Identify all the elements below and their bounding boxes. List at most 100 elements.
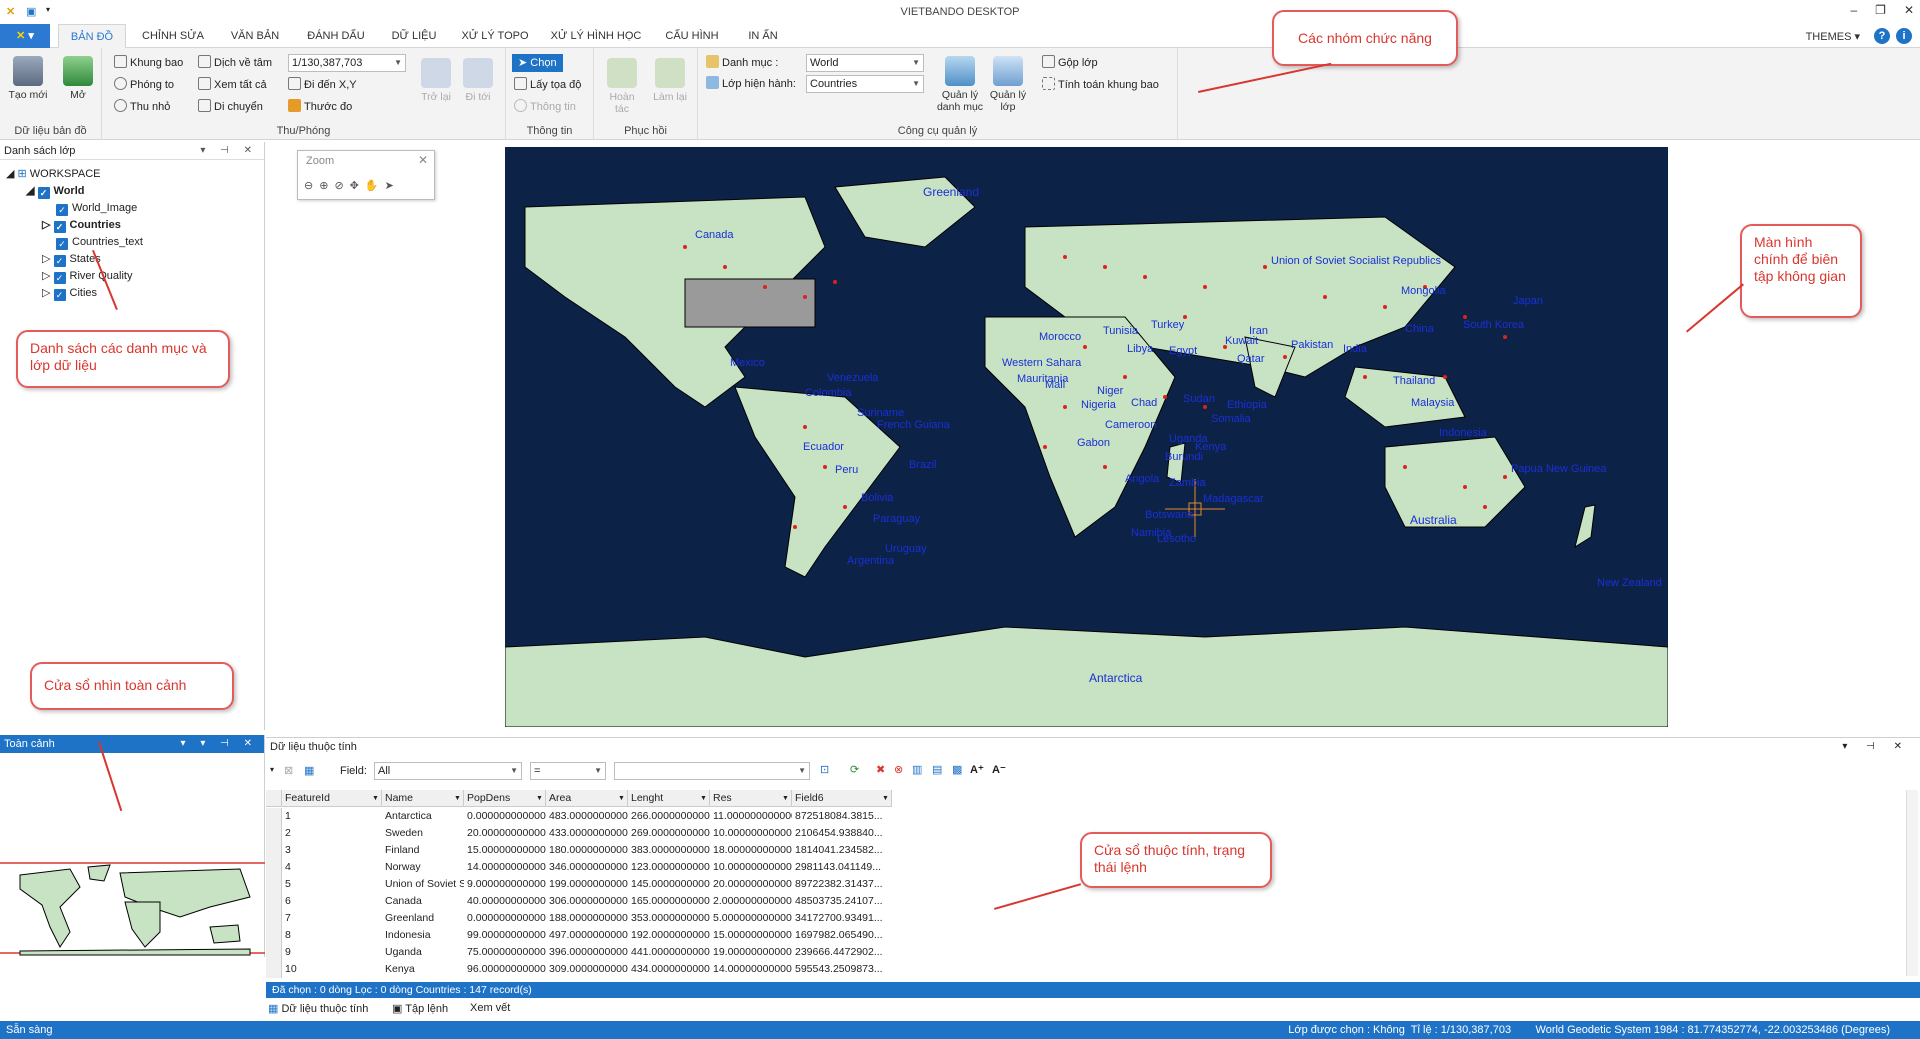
zoom-out-button[interactable]: Thu nhỏ [114,98,170,116]
redo-button[interactable]: Làm lại [650,58,690,103]
table-cell[interactable]: 0.000000000000 [464,808,546,825]
table-cell[interactable]: 5 [282,876,382,893]
table-cell[interactable]: 14.000000000000 [710,961,792,978]
column-header[interactable]: Area [546,790,628,807]
table-cell[interactable]: Antarctica [382,808,464,825]
table-cell[interactable]: Finland [382,842,464,859]
back-button[interactable]: Trở lại [416,58,456,103]
checkbox-icon[interactable]: ✓ [56,204,68,216]
value-combo[interactable]: ▼ [614,762,810,780]
table-cell[interactable]: 266.000000000000 [628,808,710,825]
font-decrease-icon[interactable]: A⁻ [992,763,1006,776]
table-cell[interactable]: Greenland [382,910,464,927]
table-cell[interactable]: Uganda [382,944,464,961]
row-header[interactable] [266,808,282,825]
table-cell[interactable]: 269.000000000000 [628,825,710,842]
table-cell[interactable]: Kenya [382,961,464,978]
refresh-icon[interactable]: ⟳ [850,763,859,776]
tree-workspace[interactable]: ◢ ⊞ WORKSPACE [6,166,101,183]
table-cell[interactable]: 872518084.3815... [792,808,892,825]
table-cell[interactable]: 20.000000000000 [710,876,792,893]
tab-chinh-sua[interactable]: CHỈNH SỬA [134,24,212,48]
zoom-out-icon[interactable]: ⊖ [304,179,313,192]
overview-map[interactable] [0,757,265,957]
goto-xy-button[interactable]: Đi đến X,Y [288,76,357,94]
manage-layer-button[interactable]: Quản lý lớp [988,56,1028,113]
column-header[interactable]: PopDens [464,790,546,807]
table-cell[interactable]: 10 [282,961,382,978]
table-cell[interactable]: Union of Soviet S... [382,876,464,893]
checkbox-icon[interactable]: ✓ [53,255,66,267]
tab-trace[interactable]: Xem vết [470,1002,510,1014]
export-icon[interactable]: ▩ [952,763,962,776]
layer-item[interactable]: ▷ ✓ States [42,251,101,268]
table-cell[interactable]: 1 [282,808,382,825]
table-cell[interactable]: 353.000000000000 [628,910,710,927]
table-cell[interactable]: 8 [282,927,382,944]
forward-button[interactable]: Đi tới [458,58,498,103]
tab-ban-do[interactable]: BẢN ĐỒ [58,24,126,48]
table-cell[interactable]: 6 [282,893,382,910]
table-cell[interactable]: 123.000000000000 [628,859,710,876]
delete-all-icon[interactable]: ⊗ [894,763,903,776]
table-cell[interactable]: 89722382.31437... [792,876,892,893]
calc-extent-button[interactable]: Tính toán khung bao [1042,76,1159,94]
table-cell[interactable]: 165.000000000000 [628,893,710,910]
minimize-icon[interactable]: – [1850,3,1857,17]
table-cell[interactable]: 309.000000000000 [546,961,628,978]
tree-world[interactable]: ◢ ✓ World [26,183,84,200]
column-header[interactable]: Field6 [792,790,892,807]
table-cell[interactable]: 188.000000000000 [546,910,628,927]
tab-commands[interactable]: ▣ Tập lệnh [392,1002,448,1015]
table-cell[interactable]: 180.000000000000 [546,842,628,859]
layer-item[interactable]: ▷ ✓ River Quality [42,268,132,285]
panel-controls[interactable]: ▾ ▾ ⊣ ✕ [181,735,258,753]
table-cell[interactable]: 9.000000000000 [464,876,546,893]
table-cell[interactable]: 2106454.938840... [792,825,892,842]
checkbox-icon[interactable]: ✓ [53,289,66,301]
manage-catalog-button[interactable]: Quản lý danh mục [934,56,986,113]
table-cell[interactable]: 192.000000000000 [628,927,710,944]
table-cell[interactable]: 75.000000000000 [464,944,546,961]
table-cell[interactable]: 18.000000000000 [710,842,792,859]
merge-layer-button[interactable]: Gộp lớp [1042,54,1098,72]
checkbox-icon[interactable]: ✓ [53,221,66,233]
row-header[interactable] [266,825,282,842]
table-cell[interactable]: 14.000000000000 [464,859,546,876]
table-cell[interactable]: 434.000000000000 [628,961,710,978]
vertical-scrollbar[interactable] [1906,790,1918,976]
table-cell[interactable]: 483.000000000000 [546,808,628,825]
column-header[interactable]: Name [382,790,464,807]
hand-icon[interactable]: ✋ [365,179,379,192]
new-button[interactable]: Tạo mới [8,56,48,101]
tab-xu-ly-topo[interactable]: XỬ LÝ TOPO [454,24,536,48]
close-icon[interactable]: ✕ [418,153,428,167]
row-header[interactable] [266,859,282,876]
table-cell[interactable]: 145.000000000000 [628,876,710,893]
column-header[interactable]: Lenght [628,790,710,807]
table-cell[interactable]: 0.000000000000 [464,910,546,927]
current-layer-combo[interactable]: Countries ▼ [806,75,924,93]
checkbox-icon[interactable]: ✓ [56,238,68,250]
panel-controls[interactable]: ▾ ⊣ ✕ [1842,738,1910,756]
select-button[interactable]: ➤ Chọn [512,54,563,72]
tab-attributes[interactable]: ▦ Dữ liệu thuộc tính [268,1002,368,1015]
table-cell[interactable]: Canada [382,893,464,910]
get-coord-button[interactable]: Lấy tọa độ [514,76,581,94]
move-button[interactable]: Di chuyển [198,98,263,116]
table-cell[interactable]: 1697982.065490... [792,927,892,944]
clear-filter-icon[interactable]: ⊠ [284,764,293,777]
row-header[interactable] [266,876,282,893]
table-cell[interactable]: 2 [282,825,382,842]
table-cell[interactable]: 306.000000000000 [546,893,628,910]
table-cell[interactable]: Sweden [382,825,464,842]
info-button[interactable]: Thông tin [514,98,576,116]
table-cell[interactable]: 15.000000000000 [710,927,792,944]
file-menu-button[interactable]: ✕ ▾ [0,24,50,48]
table-cell[interactable]: Indonesia [382,927,464,944]
table-cell[interactable]: 19.000000000000 [710,944,792,961]
operator-combo[interactable]: = ▼ [530,762,606,780]
tab-van-ban[interactable]: VĂN BẢN [220,24,290,48]
table-cell[interactable]: 4 [282,859,382,876]
pan-center-icon[interactable]: ✥ [350,179,359,192]
